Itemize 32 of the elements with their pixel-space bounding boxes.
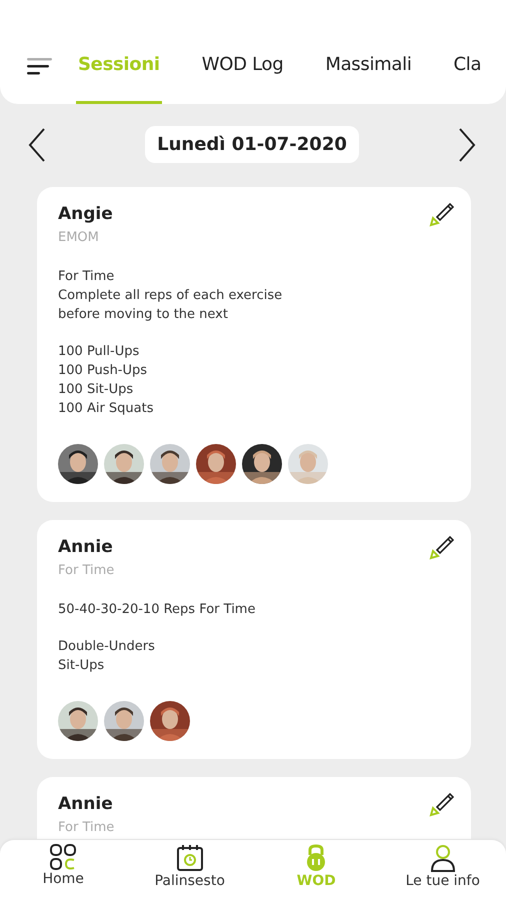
workout-title: Angie bbox=[58, 203, 113, 226]
nav-item[interactable]: Home bbox=[0, 840, 126, 900]
workout-text: 100 Air Squats bbox=[58, 400, 155, 418]
workout-type: EMOM bbox=[58, 229, 100, 247]
workout-card[interactable]: Annie For Time 50-40-30-20-10 Reps For Time Double-Unders Sit-Ups bbox=[37, 520, 471, 759]
date-label: Lunedì 01-07-2020 bbox=[145, 126, 359, 163]
person-icon bbox=[428, 844, 457, 872]
home-icon bbox=[50, 844, 76, 870]
workout-title: Annie bbox=[58, 793, 114, 816]
next-icon[interactable] bbox=[458, 128, 476, 162]
menu-icon[interactable] bbox=[27, 57, 53, 75]
workout-text: Double-Unders bbox=[58, 638, 156, 656]
workout-text: before moving to the next bbox=[58, 306, 229, 324]
workout-text: Sit-Ups bbox=[58, 657, 106, 675]
tab[interactable]: Massimali bbox=[323, 54, 414, 104]
nav-item[interactable]: Le tue info bbox=[380, 840, 506, 900]
workout-text: For Time bbox=[58, 268, 116, 286]
workout-card[interactable]: Angie EMOM For Time Complete all reps of each exercise before moving to the next 100 Pull-Ups 100 Push-Ups 100 Sit-Ups 100 Air Squats bbox=[37, 187, 471, 502]
workout-title: Annie bbox=[58, 536, 114, 559]
nav-item[interactable]: Palinsesto bbox=[126, 840, 253, 900]
calendar-icon bbox=[176, 844, 204, 872]
workout-text: 100 Sit-Ups bbox=[58, 381, 134, 399]
workout-text: 100 Push-Ups bbox=[58, 362, 148, 380]
tab[interactable]: WOD Log bbox=[200, 54, 286, 104]
workout-text: 100 Pull-Ups bbox=[58, 343, 140, 361]
tab[interactable]: Cla bbox=[452, 54, 484, 104]
workout-card[interactable]: Annie For Time bbox=[37, 777, 471, 839]
previous-icon[interactable] bbox=[28, 128, 46, 162]
workout-type: For Time bbox=[58, 562, 114, 580]
workout-text: Complete all reps of each exercise bbox=[58, 287, 284, 305]
workout-text: 50-40-30-20-10 Reps For Time bbox=[58, 601, 256, 619]
workout-type: For Time bbox=[58, 819, 114, 837]
